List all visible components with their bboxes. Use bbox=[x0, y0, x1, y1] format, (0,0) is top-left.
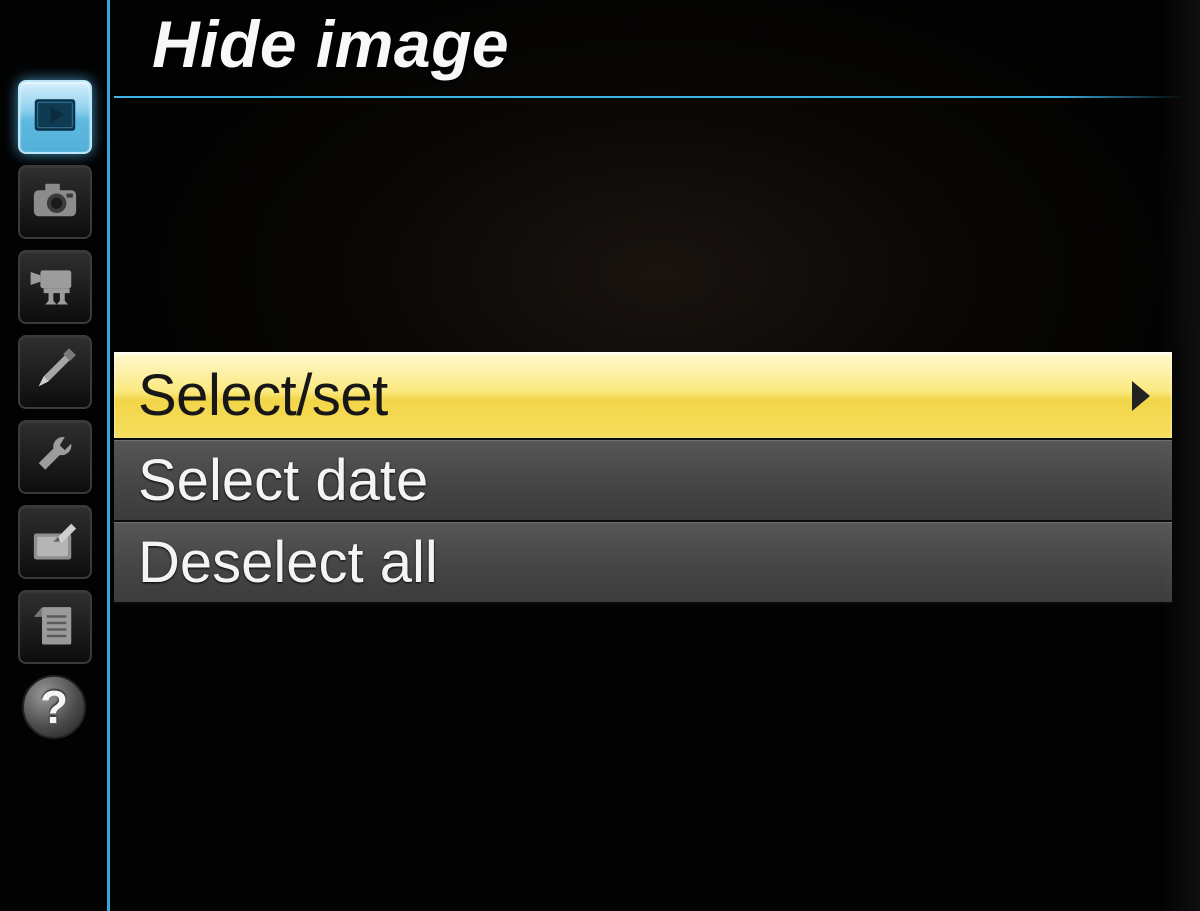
retouch-brush-icon bbox=[29, 514, 81, 571]
menu-item-label: Select date bbox=[138, 447, 1152, 514]
menu-item-label: Select/set bbox=[138, 362, 1132, 429]
menu-item-select-date[interactable]: Select date bbox=[114, 440, 1172, 522]
sidebar-tab-mymenu[interactable] bbox=[18, 590, 92, 664]
page-title: Hide image bbox=[152, 6, 509, 82]
movie-camera-icon bbox=[29, 259, 81, 316]
camera-icon bbox=[29, 174, 81, 231]
pencil-icon bbox=[29, 344, 81, 401]
menu-list: Select/set Select date Deselect all bbox=[114, 352, 1172, 604]
menu-sidebar: ? bbox=[0, 0, 110, 911]
menu-item-label: Deselect all bbox=[138, 529, 1152, 596]
main-panel: Hide image Select/set Select date Desele… bbox=[110, 0, 1200, 911]
chevron-right-icon bbox=[1132, 381, 1150, 411]
sidebar-tab-playback[interactable] bbox=[18, 80, 92, 154]
question-icon: ? bbox=[40, 680, 68, 734]
sidebar-tab-setup[interactable] bbox=[18, 420, 92, 494]
title-divider bbox=[114, 96, 1184, 98]
list-page-icon bbox=[29, 599, 81, 656]
menu-item-select-set[interactable]: Select/set bbox=[114, 352, 1172, 440]
sidebar-tab-movie[interactable] bbox=[18, 250, 92, 324]
play-rect-icon bbox=[31, 91, 79, 144]
menu-item-deselect-all[interactable]: Deselect all bbox=[114, 522, 1172, 604]
sidebar-tab-retouch[interactable] bbox=[18, 505, 92, 579]
wrench-icon bbox=[29, 429, 81, 486]
camera-menu-screen: ? Hide image Select/set Select date Dese… bbox=[0, 0, 1200, 911]
sidebar-tab-help[interactable]: ? bbox=[22, 675, 86, 739]
sidebar-tab-custom[interactable] bbox=[18, 335, 92, 409]
sidebar-tab-shooting[interactable] bbox=[18, 165, 92, 239]
